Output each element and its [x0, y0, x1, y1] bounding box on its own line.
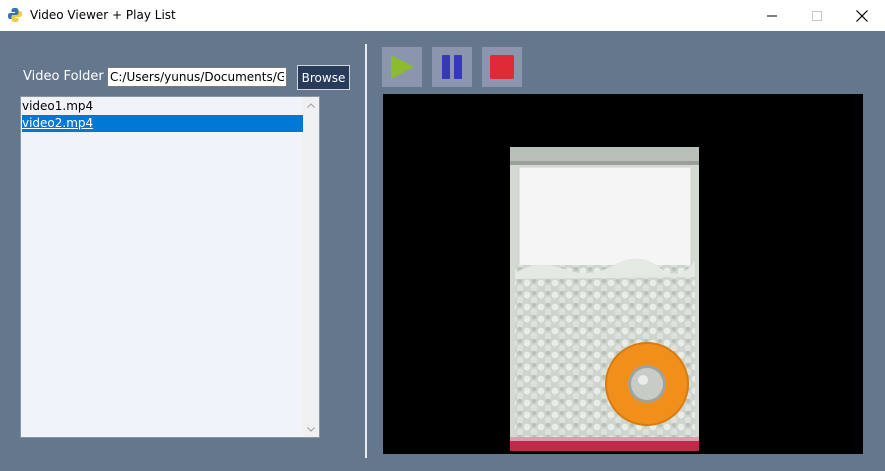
stop-icon [490, 55, 514, 79]
pause-button[interactable] [432, 47, 472, 87]
video-folder-input[interactable] [107, 67, 287, 87]
panel-divider [365, 44, 367, 458]
main-panel: Video Folder Browse video1.mp4 video2.mp… [0, 31, 885, 471]
chevron-down-icon [307, 426, 315, 432]
close-button[interactable] [839, 0, 884, 31]
scroll-down-arrow[interactable] [303, 421, 319, 437]
maximize-button[interactable] [794, 0, 839, 31]
window-title: Video Viewer + Play List [30, 8, 176, 22]
playlist-listbox[interactable]: video1.mp4 video2.mp4 [20, 96, 320, 438]
maximize-icon [811, 10, 822, 21]
video-frame-image [510, 147, 699, 451]
title-bar: Video Viewer + Play List [0, 0, 885, 31]
play-icon [391, 55, 414, 79]
browse-button[interactable]: Browse [297, 65, 350, 90]
minimize-button[interactable] [749, 0, 794, 31]
scroll-up-arrow[interactable] [303, 97, 319, 113]
playlist-scrollbar[interactable] [303, 97, 319, 437]
pause-icon [442, 55, 462, 79]
play-button[interactable] [382, 47, 422, 87]
playlist-item[interactable]: video1.mp4 [22, 98, 303, 115]
minimize-icon [766, 15, 777, 16]
video-display [383, 94, 863, 454]
chevron-up-icon [307, 102, 315, 108]
close-icon [855, 9, 868, 22]
playlist-item-selected[interactable]: video2.mp4 [22, 115, 303, 132]
video-folder-label: Video Folder [23, 69, 104, 84]
stop-button[interactable] [482, 47, 522, 87]
python-icon [8, 8, 22, 22]
